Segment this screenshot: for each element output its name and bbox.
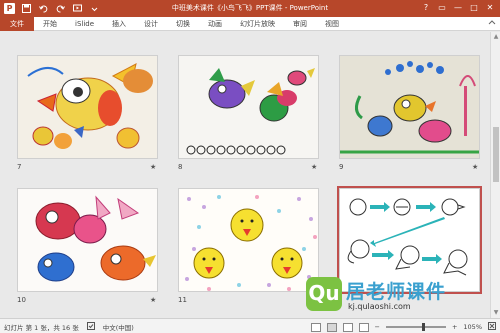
tab-transitions[interactable]: 切换 [167,17,199,31]
fit-slide-icon[interactable] [488,322,496,332]
slide-9-drawing [340,56,479,158]
slide-8-animation-star-icon[interactable]: ★ [311,163,317,171]
tab-insert[interactable]: 插入 [103,17,135,31]
tab-view[interactable]: 视图 [316,17,348,31]
slide-number-11: 11 [178,296,187,304]
slide-thumbnail-11[interactable] [178,188,319,292]
slide-9-animation-star-icon[interactable]: ★ [472,163,478,171]
chevron-up-icon[interactable] [488,19,496,27]
minimize-button[interactable]: — [450,0,466,16]
spellcheck-icon[interactable] [86,322,95,332]
zoom-slider[interactable] [385,323,446,331]
window-controls: ? ▭ — □ ✕ [418,0,498,16]
tab-design[interactable]: 设计 [135,17,167,31]
slide-7-animation-star-icon[interactable]: ★ [150,163,156,171]
reading-view-button[interactable] [342,322,353,332]
tab-animations[interactable]: 动画 [199,17,231,31]
tab-home[interactable]: 开始 [34,17,66,31]
ribbon-display-button[interactable]: ▭ [434,0,450,16]
slide-thumbnail-10[interactable] [17,188,158,292]
slide-11-drawing [179,189,318,291]
status-bar: 幻灯片 第 1 张，共 16 张 中文(中国) − + 105% [0,318,500,333]
language-status[interactable]: 中文(中国) [103,322,134,332]
help-button[interactable]: ? [418,0,434,16]
tab-slideshow[interactable]: 幻灯片放映 [231,17,284,31]
scroll-up-icon[interactable]: ▲ [491,32,500,42]
ribbon-tabs: 文件 开始 iSlide 插入 设计 切换 动画 幻灯片放映 审阅 视图 [0,17,500,31]
tab-file[interactable]: 文件 [0,17,34,31]
zoom-level[interactable]: 105% [463,323,482,331]
slide-thumbnail-9[interactable] [339,55,480,159]
watermark: Qu 居老师课件 kj.qulaoshi.com [306,277,496,317]
slide-count-status: 幻灯片 第 1 张，共 16 张 [4,324,79,332]
slide-7-drawing [18,56,157,158]
slide-thumbnail-7[interactable] [17,55,158,159]
slide-thumbnail-8[interactable] [178,55,319,159]
zoom-out-button[interactable]: − [375,323,380,331]
zoom-slider-knob[interactable] [421,323,425,331]
tab-review[interactable]: 审阅 [284,17,316,31]
scroll-thumb[interactable] [493,127,499,182]
slide-number-9: 9 [339,163,344,171]
slide-10-drawing [18,189,157,291]
title-bar: P 中班美术课件《小鸟飞飞》PPT课件 - PowerPoint ? ▭ — □… [0,0,500,17]
slide-sorter-view-button[interactable] [326,322,337,332]
slide-10-animation-star-icon[interactable]: ★ [150,296,156,304]
slideshow-view-button[interactable] [358,322,369,332]
watermark-url: kj.qulaoshi.com [348,302,411,311]
watermark-name: 居老师课件 [346,281,447,303]
vertical-scrollbar[interactable]: ▲ ▼ [490,32,500,318]
watermark-logo-icon: Qu [306,277,342,311]
maximize-button[interactable]: □ [466,0,482,16]
zoom-in-button[interactable]: + [452,323,457,331]
slide-number-10: 10 [17,296,26,304]
slide-8-drawing [179,56,318,158]
slide-number-8: 8 [178,163,183,171]
tab-islide[interactable]: iSlide [66,17,103,31]
close-button[interactable]: ✕ [482,0,498,16]
normal-view-button[interactable] [310,322,321,332]
slide-number-7: 7 [17,163,22,171]
